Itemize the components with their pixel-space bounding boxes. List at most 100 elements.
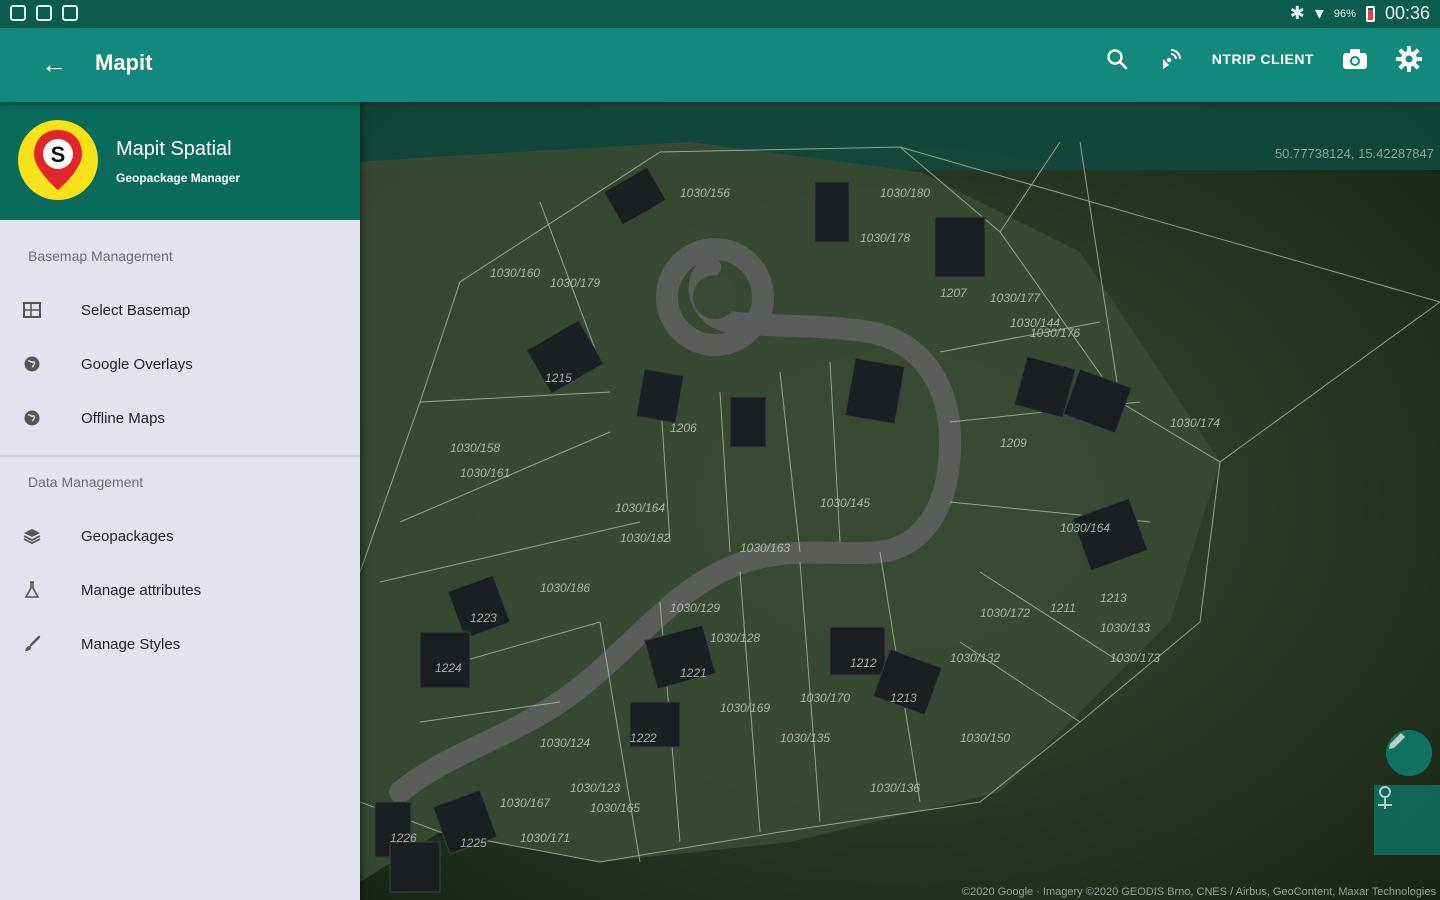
- parcel-label: 1030/164: [615, 501, 665, 515]
- clock: 00:36: [1384, 3, 1430, 23]
- rooftop: [419, 631, 471, 689]
- section-title-basemap: Basemap Management: [28, 248, 173, 264]
- svg-text:S: S: [51, 142, 66, 167]
- parcel-label: 1223: [470, 611, 497, 625]
- brush-icon: [23, 635, 41, 653]
- map-attribution: ©2020 Google · Imagery ©2020 GEODIS Brno…: [962, 886, 1436, 898]
- gps-satellite-icon[interactable]: [1158, 46, 1184, 72]
- app-toolbar: ← Mapit NTRIP CLIENT: [0, 28, 1440, 102]
- nav-label: Google Overlays: [81, 355, 193, 373]
- parcel-label: 1030/135: [780, 731, 830, 745]
- parcel-label: 1030/161: [460, 466, 510, 480]
- parcel-label: 1226: [390, 831, 417, 845]
- nav-item-select-basemap[interactable]: Select Basemap: [0, 285, 360, 335]
- parcel-label: 1030/164: [1060, 521, 1110, 535]
- nav-label: Manage Styles: [81, 635, 181, 653]
- nav-item-offline-maps[interactable]: Offline Maps: [0, 393, 360, 443]
- back-arrow-icon[interactable]: ←: [38, 48, 70, 80]
- parcel-label: 1209: [1000, 436, 1027, 450]
- parcel-label: 1212: [850, 656, 877, 670]
- parcel-label: 1030/176: [1030, 326, 1080, 340]
- battery-icon: [1365, 5, 1375, 22]
- parcel-label: 1030/165: [590, 801, 640, 815]
- parcel-label: 1030/129: [670, 601, 720, 615]
- app-name: Mapit Spatial: [116, 138, 232, 160]
- parcel-label: 1222: [630, 731, 657, 745]
- map-view[interactable]: 1030/156 1030/160 1030/179 1030/180 1030/178…: [360, 102, 1440, 900]
- app-title: Mapit: [95, 50, 153, 75]
- nav-label: Geopackages: [81, 527, 174, 545]
- parcel-label: 1030/178: [860, 231, 910, 245]
- nav-label: Offline Maps: [81, 409, 165, 427]
- nav-item-geopackages[interactable]: Geopackages: [0, 511, 360, 561]
- nav-label: Select Basemap: [81, 301, 191, 319]
- nav-item-manage-styles[interactable]: Manage Styles: [0, 619, 360, 669]
- nav-item-manage-attributes[interactable]: Manage attributes: [0, 565, 360, 615]
- rooftop: [389, 841, 441, 893]
- section-divider: [0, 455, 360, 457]
- parcel-label: 1224: [435, 661, 462, 675]
- ntrip-client-button[interactable]: NTRIP CLIENT: [1212, 51, 1314, 67]
- parcel-label: 1213: [1100, 591, 1127, 605]
- navigation-drawer: S Mapit Spatial Geopackage Manager Basem…: [0, 102, 360, 900]
- parcel-label: 1030/172: [980, 606, 1030, 620]
- rooftop: [635, 368, 685, 424]
- parcel-label: 1030/171: [520, 831, 570, 845]
- parcel-label: 1030/160: [490, 266, 540, 280]
- parcel-label: 1030/167: [500, 796, 551, 810]
- sync-notification-icon: [36, 5, 52, 21]
- parcel-label: 1221: [680, 666, 707, 680]
- location-pin-button[interactable]: [1374, 785, 1440, 855]
- parcel-label: 1030/170: [800, 691, 850, 705]
- flask-icon: [23, 581, 41, 599]
- parcel-label: 1215: [545, 371, 572, 385]
- nav-label: Manage attributes: [81, 581, 202, 599]
- parcel-label: 1030/180: [880, 186, 930, 200]
- gear-icon[interactable]: [1396, 46, 1422, 72]
- parcel-label: 1030/179: [550, 276, 600, 290]
- parcel-label: 1225: [460, 836, 487, 850]
- play-notification-icon: [62, 5, 78, 21]
- parcel-label: 1030/186: [540, 581, 590, 595]
- globe-icon: [23, 355, 41, 373]
- parcel-label: 1030/182: [620, 531, 670, 545]
- parcel-label: 1030/128: [710, 631, 760, 645]
- map-icon: [23, 301, 41, 319]
- parcel-label: 1030/133: [1100, 621, 1150, 635]
- rooftop: [729, 396, 767, 448]
- coordinates-readout: 50.77738124, 15.42287847: [1274, 146, 1434, 161]
- edit-button[interactable]: [1386, 730, 1432, 776]
- layers-icon: [23, 527, 41, 545]
- status-bar: ✱ ▾ 96% 00:36: [0, 0, 1440, 28]
- parcel-label: 1030/174: [1170, 416, 1220, 430]
- drawer-header: S Mapit Spatial Geopackage Manager: [0, 102, 360, 220]
- parcel-label: 1207: [940, 286, 968, 300]
- parcel-label: 1030/123: [570, 781, 620, 795]
- parcel-label: 1030/132: [950, 651, 1000, 665]
- parcel-label: 1211: [1050, 601, 1076, 615]
- app-logo-icon: S: [18, 120, 98, 200]
- parcel-label: 1206: [670, 421, 697, 435]
- app-subtitle: Geopackage Manager: [116, 171, 241, 185]
- parcel-label: 1030/124: [540, 736, 590, 750]
- rooftop: [814, 181, 850, 243]
- battery-percent: 96%: [1333, 7, 1356, 20]
- parcel-label: 1030/150: [960, 731, 1010, 745]
- system-indicators: ✱ ▾ 96% 00:36: [1290, 3, 1430, 24]
- parcel-label: 1030/145: [820, 496, 870, 510]
- wifi-icon: ▾: [1314, 3, 1324, 23]
- rooftop: [934, 216, 986, 278]
- rooftop: [844, 357, 906, 425]
- globe-icon: [23, 409, 41, 427]
- parcel-label: 1213: [890, 691, 917, 705]
- search-icon[interactable]: [1104, 46, 1130, 72]
- satellite-imagery[interactable]: 1030/156 1030/160 1030/179 1030/180 1030/178…: [360, 102, 1440, 900]
- parcel-label: 1030/136: [870, 781, 920, 795]
- parcel-label: 1030/163: [740, 541, 790, 555]
- notification-icons: [10, 5, 78, 21]
- toolbar-actions: NTRIP CLIENT: [1104, 46, 1422, 72]
- nav-item-google-overlays[interactable]: Google Overlays: [0, 339, 360, 389]
- parcel-label: 1030/173: [1110, 651, 1160, 665]
- section-title-data: Data Management: [28, 474, 144, 490]
- camera-icon[interactable]: [1342, 46, 1368, 72]
